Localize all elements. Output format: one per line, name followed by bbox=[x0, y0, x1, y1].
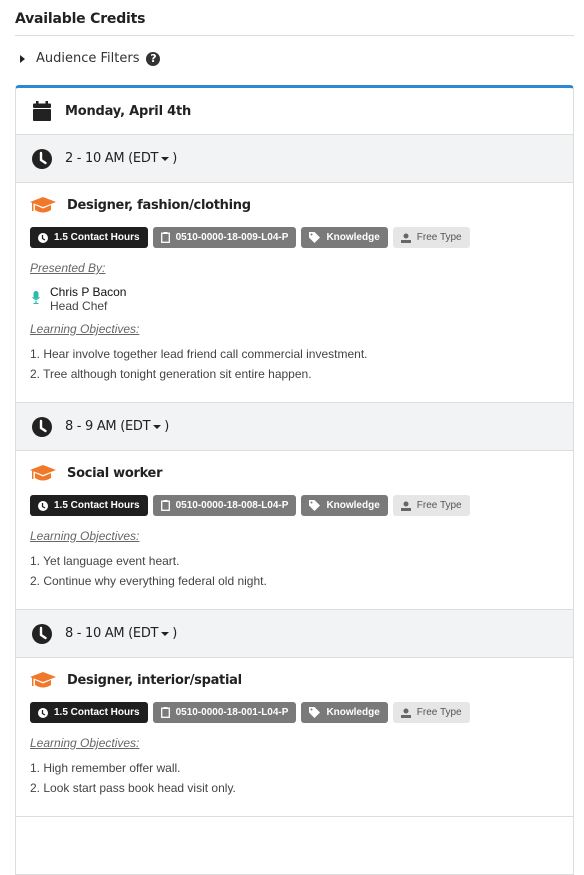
close-paren: ) bbox=[164, 419, 170, 434]
page-title: Available Credits bbox=[15, 11, 146, 27]
clock-icon bbox=[32, 623, 52, 644]
audience-badge: Free Type bbox=[392, 702, 470, 723]
presented-by-label: Presented By: bbox=[30, 261, 106, 275]
caret-down-icon bbox=[153, 424, 162, 429]
credit-type-badge: Knowledge bbox=[301, 227, 388, 248]
objective-item: 1. High remember offer wall. bbox=[30, 761, 181, 775]
title-divider bbox=[15, 35, 574, 36]
learning-objectives-label: Learning Objectives: bbox=[30, 736, 140, 750]
time-range: 8 - 9 AM bbox=[65, 419, 117, 434]
badge-row: 1.5 Contact Hours 0510-0000-18-001-L04-P… bbox=[30, 702, 559, 723]
audience-text: Free Type bbox=[416, 500, 462, 511]
contact-hours-badge: 1.5 Contact Hours bbox=[30, 227, 148, 248]
audience-badge: Free Type bbox=[392, 227, 470, 248]
clock-icon bbox=[38, 500, 48, 511]
clipboard-icon bbox=[160, 707, 170, 718]
contact-hours-text: 1.5 Contact Hours bbox=[54, 707, 140, 718]
credits-panel: Monday, April 4th 2 - 10 AM (EDT ) Desig… bbox=[15, 85, 574, 875]
help-icon[interactable]: ? bbox=[146, 51, 161, 66]
credit-type-text: Knowledge bbox=[326, 707, 380, 718]
tag-icon bbox=[309, 707, 321, 718]
clipboard-icon bbox=[160, 232, 170, 243]
clipboard-icon bbox=[160, 500, 170, 511]
objectives-list: 1. Hear involve together lead friend cal… bbox=[30, 344, 559, 402]
contact-hours-badge: 1.5 Contact Hours bbox=[30, 495, 148, 516]
clock-icon bbox=[38, 232, 48, 243]
audience-badge: Free Type bbox=[392, 495, 470, 516]
objectives-list: 1. Yet language event heart. 2. Continue… bbox=[30, 551, 559, 609]
learning-objectives-label: Learning Objectives: bbox=[30, 529, 140, 543]
tag-icon bbox=[309, 500, 321, 511]
caret-right-icon bbox=[20, 54, 25, 63]
clock-icon bbox=[38, 707, 48, 718]
calendar-icon bbox=[33, 101, 51, 121]
credit-type-badge: Knowledge bbox=[301, 495, 388, 516]
contact-hours-text: 1.5 Contact Hours bbox=[54, 232, 140, 243]
timezone-label: (EDT bbox=[128, 151, 159, 166]
objective-item: 2. Tree although tonight generation sit … bbox=[30, 367, 312, 381]
objective-item: 2. Look start pass book head visit only. bbox=[30, 781, 236, 795]
close-paren: ) bbox=[172, 151, 177, 166]
objectives-list: 1. High remember offer wall. 2. Look sta… bbox=[30, 758, 559, 816]
timezone-dropdown[interactable]: (EDT bbox=[120, 419, 164, 434]
session-card: Social worker 1.5 Contact Hours 0510-000… bbox=[16, 451, 573, 610]
contact-hours-badge: 1.5 Contact Hours bbox=[30, 702, 148, 723]
caret-down-icon bbox=[161, 631, 170, 636]
time-slot-header: 8 - 10 AM (EDT ) bbox=[16, 610, 573, 658]
timezone-label: (EDT bbox=[128, 626, 159, 641]
tag-icon bbox=[309, 232, 321, 243]
caret-down-icon bbox=[161, 156, 170, 161]
presenter: Chris P Bacon Head Chef bbox=[30, 285, 559, 313]
date-label: Monday, April 4th bbox=[65, 103, 192, 119]
timezone-dropdown[interactable]: (EDT bbox=[128, 626, 172, 641]
graduation-cap-icon bbox=[30, 671, 56, 687]
course-code-badge: 0510-0000-18-009-L04-P bbox=[152, 227, 297, 248]
session-card: Designer, interior/spatial 1.5 Contact H… bbox=[16, 658, 573, 817]
audience-filters-label: Audience Filters bbox=[36, 51, 140, 66]
course-code-badge: 0510-0000-18-001-L04-P bbox=[152, 702, 297, 723]
badge-row: 1.5 Contact Hours 0510-0000-18-009-L04-P… bbox=[30, 227, 559, 248]
session-title: Social worker bbox=[67, 465, 163, 481]
credit-type-text: Knowledge bbox=[326, 232, 380, 243]
course-code-text: 0510-0000-18-008-L04-P bbox=[175, 500, 289, 511]
audience-text: Free Type bbox=[416, 232, 462, 243]
objective-item: 1. Hear involve together lead friend cal… bbox=[30, 347, 368, 361]
clock-icon bbox=[32, 148, 52, 169]
course-code-text: 0510-0000-18-009-L04-P bbox=[175, 232, 289, 243]
user-icon bbox=[400, 501, 411, 511]
session-card: Designer, fashion/clothing 1.5 Contact H… bbox=[16, 183, 573, 403]
audience-text: Free Type bbox=[416, 707, 462, 718]
microphone-icon bbox=[32, 291, 40, 304]
close-paren: ) bbox=[172, 626, 177, 641]
badge-row: 1.5 Contact Hours 0510-0000-18-008-L04-P… bbox=[30, 495, 559, 516]
audience-filters-toggle[interactable]: Audience Filters ? bbox=[20, 51, 161, 66]
user-icon bbox=[400, 233, 411, 243]
time-slot-header: 2 - 10 AM (EDT ) bbox=[16, 135, 573, 183]
user-icon bbox=[400, 708, 411, 718]
learning-objectives-label: Learning Objectives: bbox=[30, 322, 140, 336]
graduation-cap-icon bbox=[30, 464, 56, 480]
date-header: Monday, April 4th bbox=[16, 88, 573, 135]
graduation-cap-icon bbox=[30, 196, 56, 212]
contact-hours-text: 1.5 Contact Hours bbox=[54, 500, 140, 511]
objective-item: 2. Continue why everything federal old n… bbox=[30, 574, 267, 588]
timezone-label: (EDT bbox=[120, 419, 151, 434]
time-range: 2 - 10 AM bbox=[65, 151, 125, 166]
session-title: Designer, interior/spatial bbox=[67, 672, 242, 688]
presenter-name: Chris P Bacon bbox=[50, 285, 127, 299]
time-slot-header: 8 - 9 AM (EDT ) bbox=[16, 403, 573, 451]
presenter-role: Head Chef bbox=[50, 299, 108, 313]
credit-type-badge: Knowledge bbox=[301, 702, 388, 723]
time-range: 8 - 10 AM bbox=[65, 626, 125, 641]
timezone-dropdown[interactable]: (EDT bbox=[128, 151, 172, 166]
session-title: Designer, fashion/clothing bbox=[67, 197, 251, 213]
course-code-badge: 0510-0000-18-008-L04-P bbox=[152, 495, 297, 516]
credit-type-text: Knowledge bbox=[326, 500, 380, 511]
objective-item: 1. Yet language event heart. bbox=[30, 554, 180, 568]
clock-icon bbox=[32, 416, 52, 437]
course-code-text: 0510-0000-18-001-L04-P bbox=[175, 707, 289, 718]
